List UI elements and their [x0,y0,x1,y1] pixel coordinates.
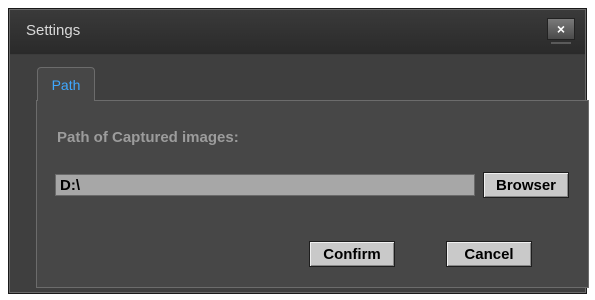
tab-label: Path [51,76,81,93]
close-button[interactable]: × [547,18,575,44]
tab-path[interactable]: Path [37,67,95,101]
dialog-content: Path Path of Captured images: Browser Co… [10,55,589,292]
title-bar[interactable]: Settings × [10,10,585,54]
path-label: Path of Captured images: [57,129,239,146]
cancel-button[interactable]: Cancel [446,241,532,267]
path-input[interactable] [55,174,475,196]
confirm-button[interactable]: Confirm [309,241,395,267]
browse-button[interactable]: Browser [483,172,569,198]
settings-dialog: Settings × Path Path of Captured images:… [8,8,589,294]
tab-panel-path: Path of Captured images: Browser Confirm… [36,100,589,288]
window-title: Settings [26,22,81,39]
close-icon: × [556,21,566,37]
